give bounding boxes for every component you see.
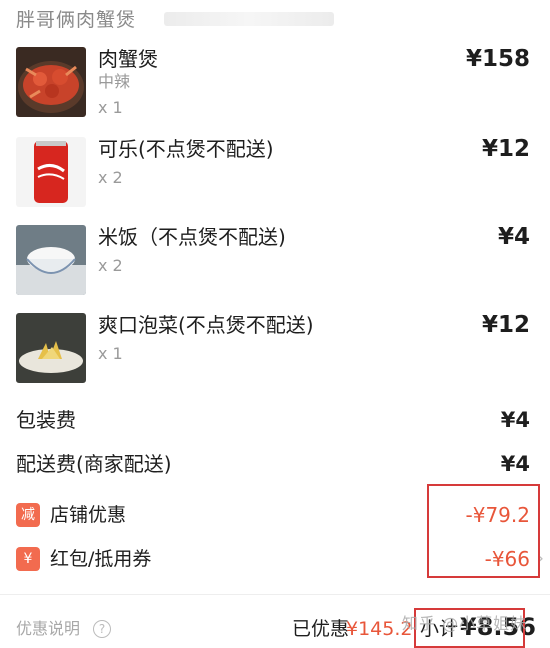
store-discount-label: 店铺优惠 [50,504,127,526]
discount-highlight-box [427,484,540,578]
order-summary-footer: 优惠说明 ? 已优惠 ¥145.2 小计 ¥8.56 知乎 @小草姐妹 [0,602,550,648]
order-item: 可乐(不点煲不配送) x 2 ¥12 [0,136,550,221]
item-spec: 中辣 [98,72,131,91]
redpacket-label: 红包/抵用券 [50,548,152,570]
order-item: 爽口泡菜(不点煲不配送) x 1 ¥12 [0,312,550,397]
divider [0,594,550,595]
item-quantity: x 2 [98,168,123,187]
discount-badge-icon: 减 [16,503,40,527]
item-name: 米饭（不点煲不配送) [98,225,286,249]
redpacket-badge-icon: ¥ [16,547,40,571]
shop-name[interactable]: 胖哥俩肉蟹煲 [16,9,136,31]
watermark: 知乎 @小草姐妹 [402,614,528,633]
item-quantity: x 1 [98,344,123,363]
item-quantity: x 1 [98,98,123,117]
discount-info-link[interactable]: 优惠说明 [16,618,80,640]
delivery-fee-row: 配送费(商家配送) ¥4 [16,449,530,479]
item-quantity: x 2 [98,256,123,275]
item-name: 爽口泡菜(不点煲不配送) [98,313,314,337]
item-name: 可乐(不点煲不配送) [98,137,274,161]
saved-label: 已优惠 [292,618,350,640]
shop-header: 胖哥俩肉蟹煲 [16,6,550,34]
item-price: ¥12 [481,136,530,162]
help-icon[interactable]: ? [93,620,111,638]
item-name: 肉蟹煲 [98,47,158,71]
item-price: ¥12 [481,312,530,338]
item-price: ¥158 [465,46,530,72]
packaging-fee-value: ¥4 [500,408,530,432]
delivery-fee-label: 配送费(商家配送) [16,452,172,476]
packaging-fee-row: 包装费 ¥4 [16,405,530,435]
crab-pot-photo [16,47,86,117]
pickles-photo [16,313,86,383]
order-item: 米饭（不点煲不配送) x 2 ¥4 [0,224,550,309]
order-item: 肉蟹煲 中辣 x 1 ¥158 [0,46,550,131]
cola-can-photo [16,137,86,207]
item-price: ¥4 [497,224,530,250]
redacted-text [164,12,334,26]
delivery-fee-value: ¥4 [500,452,530,476]
packaging-fee-label: 包装费 [16,408,76,432]
rice-bowl-photo [16,225,86,295]
